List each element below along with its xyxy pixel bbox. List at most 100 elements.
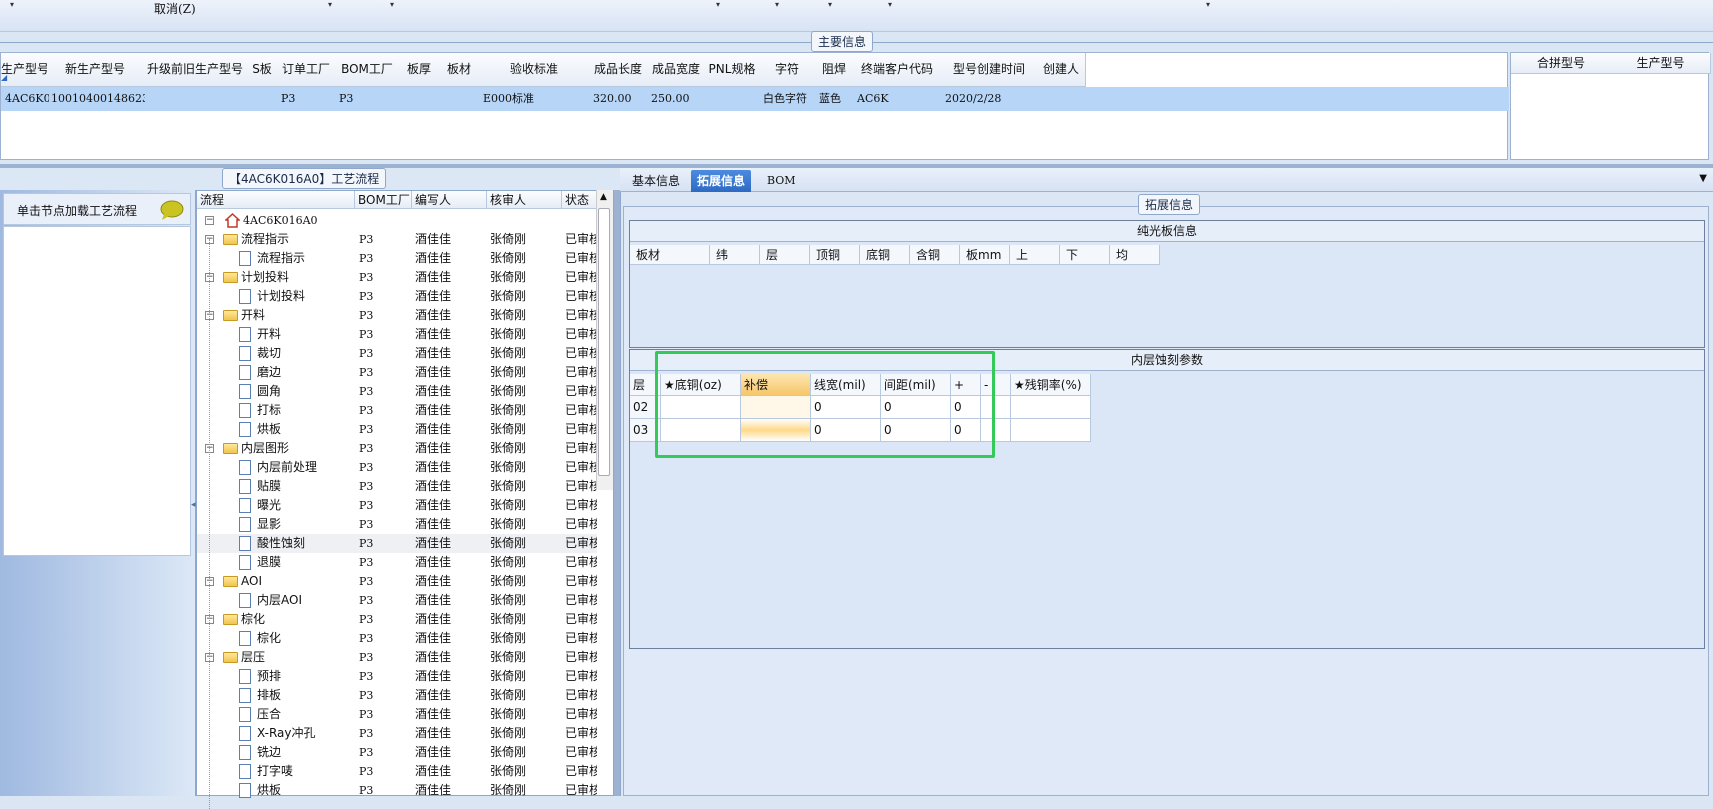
main-col-header[interactable]: 订单工厂 (277, 53, 336, 87)
main-cell[interactable]: 白色字符 (761, 87, 817, 111)
dropdown-arrow-icon[interactable]: ▼ (1699, 173, 1707, 184)
inner-value-cell[interactable] (1011, 396, 1091, 419)
smooth-col-header[interactable]: 含铜 (910, 245, 960, 265)
collapse-toggle-icon[interactable]: − (205, 216, 214, 225)
tree-row[interactable]: 压合 P3 酒佳佳 张倚刚 已审核 (197, 705, 597, 724)
main-cell[interactable]: 2020/2/28 (943, 87, 1039, 111)
smooth-col-header[interactable]: 层 (760, 245, 810, 265)
tree-row[interactable]: 烘板 P3 酒佳佳 张倚刚 已审核 (197, 420, 597, 439)
tree-row[interactable]: 内层AOI P3 酒佳佳 张倚刚 已审核 (197, 591, 597, 610)
tree-row[interactable]: 曝光 P3 酒佳佳 张倚刚 已审核 (197, 496, 597, 515)
main-col-header[interactable]: 新生产型号 (47, 53, 144, 87)
tree-row[interactable]: 圆角 P3 酒佳佳 张倚刚 已审核 (197, 382, 597, 401)
collapse-arrow-icon[interactable]: ◂ (191, 500, 196, 510)
tree-row[interactable]: − 开料 P3 酒佳佳 张倚刚 已审核 (197, 306, 597, 325)
chevron-down-icon[interactable]: ▾ (775, 0, 779, 9)
main-cell[interactable]: P3 (279, 87, 337, 111)
tree-row[interactable]: 打字唛 P3 酒佳佳 张倚刚 已审核 (197, 762, 597, 781)
main-cell[interactable]: 320.00 (591, 87, 649, 111)
tab-basic-info[interactable]: 基本信息 (626, 170, 686, 192)
chevron-down-icon[interactable]: ▾ (888, 0, 892, 9)
main-col-header[interactable]: 型号创建时间 (941, 53, 1038, 87)
main-col-header[interactable]: 创建人 (1037, 53, 1086, 87)
smooth-col-header[interactable]: 下 (1060, 245, 1110, 265)
main-col-header[interactable]: 板材 (439, 53, 480, 87)
main-cell[interactable]: 蓝色 (817, 87, 855, 111)
main-col-header[interactable]: 字符 (759, 53, 816, 87)
cancel-menu[interactable]: 取消(Z) (154, 0, 196, 17)
tree-row[interactable]: 流程指示 P3 酒佳佳 张倚刚 已审核 (197, 249, 597, 268)
chat-bubble-icon[interactable] (160, 200, 184, 220)
main-cell[interactable] (401, 87, 441, 111)
smooth-col-header[interactable]: 板材 (630, 245, 710, 265)
node-list[interactable] (3, 226, 191, 556)
chevron-down-icon[interactable]: ▾ (328, 0, 332, 9)
main-cell[interactable]: 250.00 (649, 87, 707, 111)
main-cell[interactable]: 10010400148623 (49, 87, 145, 111)
main-col-header[interactable]: 阻焊 (815, 53, 854, 87)
main-col-header[interactable]: 成品长度 (589, 53, 648, 87)
inner-col-header[interactable]: ★残铜率(%) (1011, 374, 1091, 396)
tree-row[interactable]: 棕化 P3 酒佳佳 张倚刚 已审核 (197, 629, 597, 648)
tree-row[interactable]: 磨边 P3 酒佳佳 张倚刚 已审核 (197, 363, 597, 382)
smooth-col-header[interactable]: 纬 (710, 245, 760, 265)
merge-col-header[interactable]: 合拼型号 (1511, 53, 1612, 74)
main-col-header[interactable]: 板厚 (399, 53, 440, 87)
tree-row[interactable]: 裁切 P3 酒佳佳 张倚刚 已审核 (197, 344, 597, 363)
chevron-down-icon[interactable]: ▾ (828, 0, 832, 9)
main-col-header[interactable]: S板 (247, 53, 278, 87)
main-cell[interactable] (707, 87, 761, 111)
main-col-header[interactable]: PNL规格 (705, 53, 760, 87)
tree-col-header[interactable]: BOM工厂 (355, 191, 412, 209)
tree-row[interactable]: 计划投料 P3 酒佳佳 张倚刚 已审核 (197, 287, 597, 306)
chevron-down-icon[interactable]: ▾ (390, 0, 394, 9)
main-cell[interactable]: AC6K (855, 87, 943, 111)
tree-row[interactable]: 贴膜 P3 酒佳佳 张倚刚 已审核 (197, 477, 597, 496)
main-col-header[interactable]: 成品宽度 (647, 53, 706, 87)
chevron-down-icon[interactable]: ▾ (1206, 0, 1210, 9)
scroll-thumb[interactable] (598, 208, 610, 476)
tree-row[interactable]: 显影 P3 酒佳佳 张倚刚 已审核 (197, 515, 597, 534)
tree-row[interactable]: − 计划投料 P3 酒佳佳 张倚刚 已审核 (197, 268, 597, 287)
smooth-col-header[interactable]: 上 (1010, 245, 1060, 265)
tree-col-header[interactable]: 编写人 (412, 191, 487, 209)
tab-extended-info[interactable]: 拓展信息 (691, 170, 752, 192)
tree-row[interactable]: 内层前处理 P3 酒佳佳 张倚刚 已审核 (197, 458, 597, 477)
tree-row[interactable]: 退膜 P3 酒佳佳 张倚刚 已审核 (197, 553, 597, 572)
tree-col-header[interactable]: 流程 (197, 191, 355, 209)
tree-row[interactable]: − 层压 P3 酒佳佳 张倚刚 已审核 (197, 648, 597, 667)
smooth-col-header[interactable]: 顶铜 (810, 245, 860, 265)
chevron-down-icon[interactable]: ▾ (10, 0, 14, 9)
tree-col-header[interactable]: 状态 (562, 191, 597, 209)
tree-row[interactable]: − 流程指示 P3 酒佳佳 张倚刚 已审核 (197, 230, 597, 249)
tree-row[interactable]: 打标 P3 酒佳佳 张倚刚 已审核 (197, 401, 597, 420)
tree-row[interactable]: 预排 P3 酒佳佳 张倚刚 已审核 (197, 667, 597, 686)
main-cell[interactable] (249, 87, 279, 111)
tree-row[interactable]: − 棕化 P3 酒佳佳 张倚刚 已审核 (197, 610, 597, 629)
tree-row[interactable]: − 内层图形 P3 酒佳佳 张倚刚 已审核 (197, 439, 597, 458)
tree-row[interactable]: − AOI P3 酒佳佳 张倚刚 已审核 (197, 572, 597, 591)
main-cell[interactable]: E000标准 (481, 87, 591, 111)
smooth-col-header[interactable]: 均 (1110, 245, 1160, 265)
main-col-header[interactable]: 升级前旧生产型号 (143, 53, 248, 87)
main-cell[interactable] (1039, 87, 1087, 111)
tab-bom[interactable]: BOM (761, 170, 802, 192)
tree-col-header[interactable]: 核审人 (487, 191, 562, 209)
tree-row[interactable]: 铣边 P3 酒佳佳 张倚刚 已审核 (197, 743, 597, 762)
main-col-header[interactable]: 生产型号 (1, 53, 48, 87)
smooth-col-header[interactable]: 板mm (960, 245, 1010, 265)
main-cell[interactable] (145, 87, 249, 111)
main-col-header[interactable]: 终端客户代码 (853, 53, 942, 87)
inner-value-cell[interactable] (1011, 419, 1091, 442)
tree-row[interactable]: 酸性蚀刻 P3 酒佳佳 张倚刚 已审核 (197, 534, 597, 553)
main-col-header[interactable]: BOM工厂 (335, 53, 400, 87)
tree-row[interactable]: X-Ray冲孔 P3 酒佳佳 张倚刚 已审核 (197, 724, 597, 743)
scroll-up-icon[interactable]: ▲ (600, 192, 607, 202)
main-cell[interactable]: P3 (337, 87, 401, 111)
tree-row[interactable]: 排板 P3 酒佳佳 张倚刚 已审核 (197, 686, 597, 705)
smooth-col-header[interactable]: 底铜 (860, 245, 910, 265)
main-cell[interactable]: 4AC6K016A0 (3, 87, 49, 111)
tree-root[interactable]: − 4AC6K016A0 (201, 211, 401, 230)
main-cell[interactable] (441, 87, 481, 111)
main-col-header[interactable]: 验收标准 (479, 53, 590, 87)
